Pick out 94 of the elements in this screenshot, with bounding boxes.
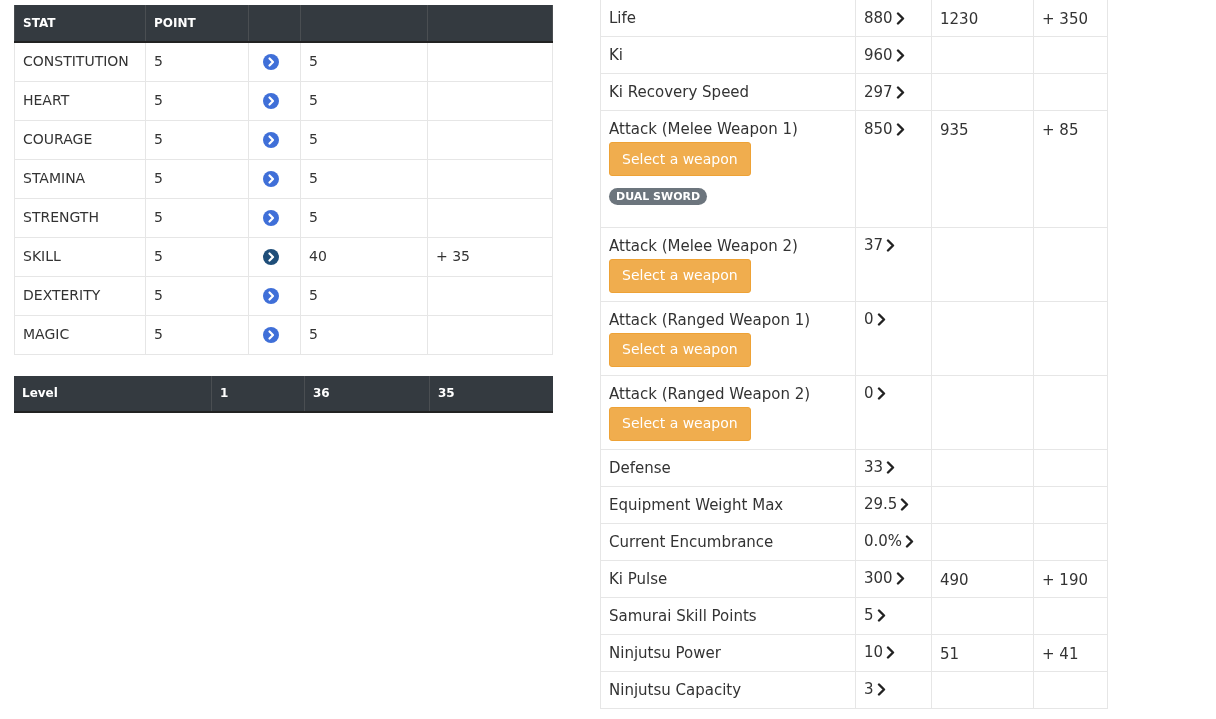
base-value: 850 bbox=[864, 118, 893, 140]
weapon-type-badge: DUAL SWORD bbox=[609, 188, 708, 205]
select-weapon-button[interactable]: Select a weapon bbox=[609, 258, 751, 293]
table-cell: 5 bbox=[145, 276, 249, 315]
base-value: 37 bbox=[864, 235, 884, 257]
table-cell: 5 bbox=[300, 81, 428, 120]
chevron-right-icon[interactable] bbox=[895, 11, 905, 25]
table-cell: 5 bbox=[145, 237, 249, 276]
table-cell: 5 bbox=[145, 120, 249, 159]
chevron-circle-icon[interactable] bbox=[263, 248, 279, 265]
level-current: 36 bbox=[313, 385, 330, 402]
attribute-name: Attack (Melee Weapon 2) bbox=[609, 235, 799, 256]
select-weapon-button[interactable]: Select a weapon bbox=[609, 142, 751, 176]
base-value: 0.0% bbox=[864, 531, 903, 553]
table-cell: 5 bbox=[300, 276, 428, 315]
chevron-right-icon[interactable] bbox=[895, 572, 905, 585]
attribute-name: Equipment Weight Max bbox=[609, 494, 785, 515]
level-gain: 35 bbox=[438, 385, 455, 402]
attribute-name: Attack (Melee Weapon 1) bbox=[609, 119, 799, 139]
current-value: 935 bbox=[940, 121, 969, 139]
table-cell: COURAGE bbox=[14, 120, 146, 159]
table-cell: DEXTERITY bbox=[14, 276, 146, 315]
table-cell: CONSTITUTION bbox=[14, 42, 146, 81]
chevron-right-icon[interactable] bbox=[876, 683, 886, 696]
chevron-right-icon[interactable] bbox=[895, 85, 905, 99]
attribute-name: Ki Recovery Speed bbox=[609, 82, 751, 102]
chevron-circle-icon[interactable] bbox=[263, 170, 279, 187]
table-cell: 5 bbox=[145, 198, 249, 237]
base-value: 880 bbox=[864, 7, 893, 29]
chevron-right-icon[interactable] bbox=[895, 122, 905, 136]
attribute-name: Life bbox=[609, 8, 638, 28]
level-base: 1 bbox=[220, 385, 229, 402]
gain-value: + 350 bbox=[1042, 10, 1088, 28]
base-value: 300 bbox=[864, 568, 893, 590]
attribute-name: Ninjutsu Capacity bbox=[609, 679, 743, 700]
chevron-circle-icon[interactable] bbox=[263, 326, 279, 343]
current-value: 1230 bbox=[940, 10, 979, 28]
table-cell: HEART bbox=[14, 81, 146, 120]
base-value: 0 bbox=[864, 383, 874, 405]
chevron-circle-icon[interactable] bbox=[263, 53, 279, 70]
chevron-circle-icon[interactable] bbox=[263, 92, 279, 109]
chevron-right-icon[interactable] bbox=[900, 498, 910, 511]
base-value: 29.5 bbox=[864, 494, 898, 516]
table-cell: MAGIC bbox=[14, 315, 146, 354]
select-weapon-button[interactable]: Select a weapon bbox=[609, 406, 751, 441]
select-weapon-button[interactable]: Select a weapon bbox=[609, 332, 751, 367]
table-cell: SKILL bbox=[14, 237, 146, 276]
current-value: 490 bbox=[940, 570, 969, 589]
chevron-right-icon[interactable] bbox=[886, 461, 896, 474]
bonus-value: + 35 bbox=[436, 248, 470, 264]
table-cell: 40 bbox=[300, 237, 428, 276]
chevron-circle-icon[interactable] bbox=[263, 131, 279, 148]
base-value: 5 bbox=[864, 605, 874, 627]
attribute-name: Attack (Ranged Weapon 2) bbox=[609, 383, 812, 404]
table-cell: STRENGTH bbox=[14, 198, 146, 237]
base-value: 0 bbox=[864, 309, 874, 331]
chevron-right-icon[interactable] bbox=[905, 535, 915, 548]
attribute-name: Ki Pulse bbox=[609, 568, 669, 589]
base-value: 297 bbox=[864, 81, 893, 103]
chevron-circle-icon[interactable] bbox=[263, 209, 279, 226]
table-cell: 5 bbox=[145, 159, 249, 198]
table-cell: 5 bbox=[300, 120, 428, 159]
chevron-right-icon[interactable] bbox=[886, 646, 896, 659]
base-value: 960 bbox=[864, 44, 893, 66]
chevron-right-icon[interactable] bbox=[876, 609, 886, 622]
table-cell: 5 bbox=[145, 81, 249, 120]
chevron-right-icon[interactable] bbox=[876, 313, 886, 326]
attribute-name: Samurai Skill Points bbox=[609, 605, 758, 626]
column-header: STAT bbox=[14, 5, 146, 42]
table-cell: 5 bbox=[300, 42, 428, 81]
attribute-name: Defense bbox=[609, 457, 672, 478]
chevron-circle-icon[interactable] bbox=[263, 287, 279, 304]
base-value: 10 bbox=[864, 642, 884, 664]
gain-value: + 41 bbox=[1042, 644, 1079, 663]
table-cell: STAMINA bbox=[14, 159, 146, 198]
level-label: Level bbox=[22, 385, 58, 402]
attribute-name: Attack (Ranged Weapon 1) bbox=[609, 309, 812, 330]
chevron-right-icon[interactable] bbox=[886, 239, 896, 252]
chevron-right-icon[interactable] bbox=[876, 387, 886, 400]
gain-value: + 85 bbox=[1042, 121, 1079, 139]
table-cell: 5 bbox=[145, 315, 249, 354]
table-cell: 5 bbox=[300, 159, 428, 198]
chevron-right-icon[interactable] bbox=[895, 48, 905, 62]
attribute-name: Ki bbox=[609, 45, 624, 65]
base-value: 33 bbox=[864, 457, 884, 479]
current-value: 51 bbox=[940, 644, 960, 663]
base-value: 3 bbox=[864, 679, 874, 701]
gain-value: + 190 bbox=[1042, 570, 1088, 589]
table-cell: 5 bbox=[300, 315, 428, 354]
attribute-name: Current Encumbrance bbox=[609, 531, 775, 552]
attribute-name: Ninjutsu Power bbox=[609, 642, 722, 663]
table-cell: 5 bbox=[145, 42, 249, 81]
column-header: POINT bbox=[145, 5, 249, 42]
table-cell: 5 bbox=[300, 198, 428, 237]
